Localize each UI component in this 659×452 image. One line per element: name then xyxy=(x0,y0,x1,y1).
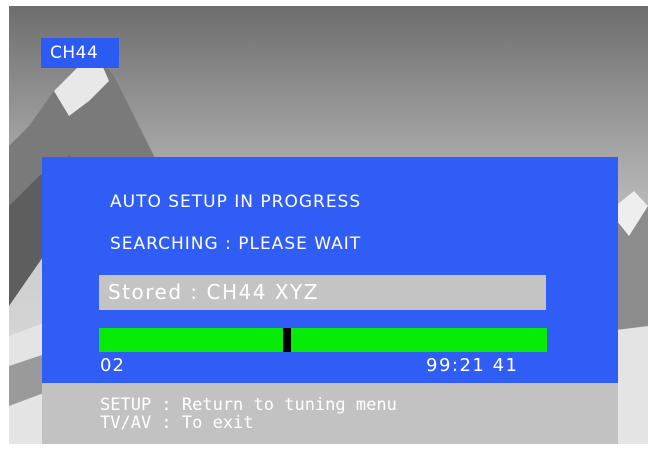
search-progress-bar xyxy=(99,328,547,352)
channel-badge: CH44 xyxy=(41,38,119,68)
progress-marker xyxy=(283,328,292,352)
stored-channel-bar: Stored : CH44 XYZ xyxy=(99,275,546,310)
searching-status: SEARCHING : PLEASE WAIT xyxy=(110,234,362,254)
help-panel: SETUP : Return to tuning menu TV/AV : To… xyxy=(42,383,618,444)
auto-setup-title: AUTO SETUP IN PROGRESS xyxy=(110,192,362,212)
help-setup-line: SETUP : Return to tuning menu xyxy=(100,395,397,415)
help-exit-line: TV/AV : To exit xyxy=(100,413,254,433)
progress-start-label: 02 xyxy=(100,355,125,376)
auto-setup-panel: AUTO SETUP IN PROGRESS SEARCHING : PLEAS… xyxy=(42,157,618,383)
tv-screen: CH44 AUTO SETUP IN PROGRESS SEARCHING : … xyxy=(9,6,648,444)
progress-end-label: 99:21 41 xyxy=(426,355,519,376)
